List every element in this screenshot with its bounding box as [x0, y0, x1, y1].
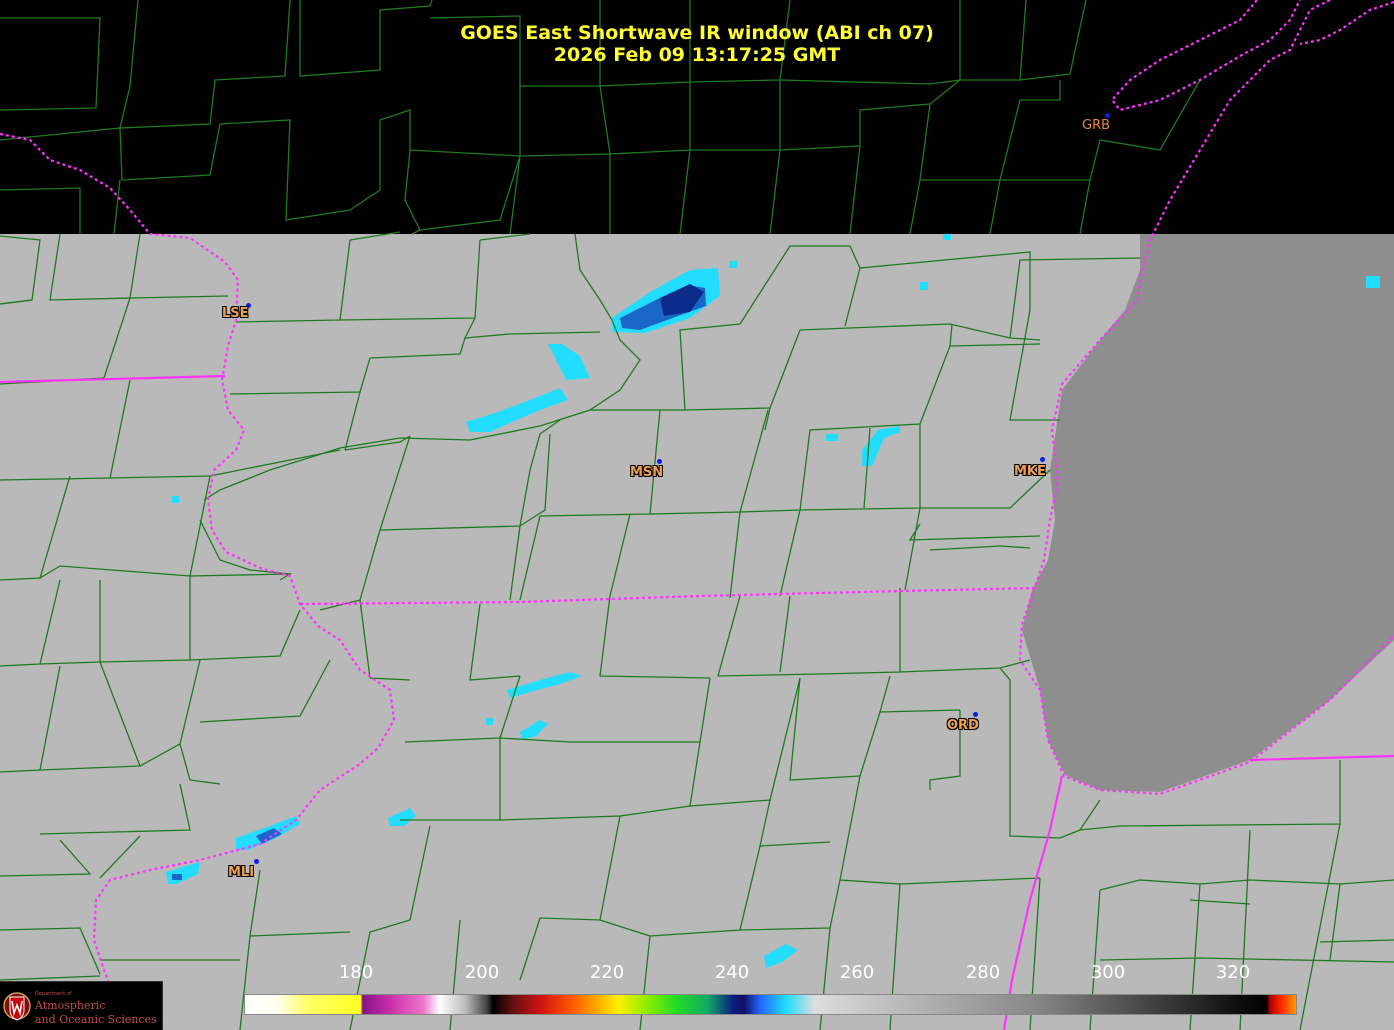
station-label-msn: MSN — [630, 465, 664, 480]
uw-shield-icon — [3, 992, 31, 1021]
cloud-patch — [943, 234, 951, 240]
station-marker-mli — [254, 859, 259, 864]
aos-logo: Department of Atmospheric and Oceanic Sc… — [0, 981, 163, 1030]
colorbar-tick-300: 300 — [1090, 962, 1126, 983]
cloud-patch — [920, 282, 928, 290]
station-marker-mke — [1040, 457, 1045, 462]
station-marker-ord — [973, 712, 978, 717]
colorbar-tick-220: 220 — [589, 962, 625, 983]
satellite-image-view: GOES East Shortwave IR window (ABI ch 07… — [0, 0, 1394, 1030]
colorbar-tick-280: 280 — [965, 962, 1001, 983]
cloud-patch — [729, 261, 737, 268]
logo-dept-text: Department of — [35, 991, 72, 997]
logo-line-1: Atmospheric — [35, 999, 106, 1012]
satellite-map — [0, 0, 1394, 1030]
temperature-colorbar — [244, 994, 1297, 1015]
cloud-patch — [1366, 276, 1380, 288]
cloud-patch — [172, 874, 182, 880]
colorbar-tick-320: 320 — [1215, 962, 1251, 983]
cloud-patch — [826, 434, 838, 441]
colorbar-tick-260: 260 — [839, 962, 875, 983]
station-label-mke: MKE — [1014, 464, 1046, 479]
cloud-patch — [486, 718, 493, 725]
station-label-grb: GRB — [1082, 118, 1111, 133]
cloud-patch — [172, 496, 179, 503]
logo-line-2: and Oceanic Sciences — [35, 1013, 157, 1026]
colorbar-tick-240: 240 — [714, 962, 750, 983]
image-timestamp: 2026 Feb 09 13:17:25 GMT — [553, 44, 841, 66]
image-title: GOES East Shortwave IR window (ABI ch 07… — [460, 22, 934, 44]
station-label-lse: LSE — [222, 306, 249, 321]
station-marker-msn — [657, 459, 662, 464]
station-label-mli: MLI — [228, 865, 255, 880]
colorbar-tick-180: 180 — [338, 962, 374, 983]
station-label-ord: ORD — [947, 718, 979, 733]
colorbar-tick-200: 200 — [464, 962, 500, 983]
